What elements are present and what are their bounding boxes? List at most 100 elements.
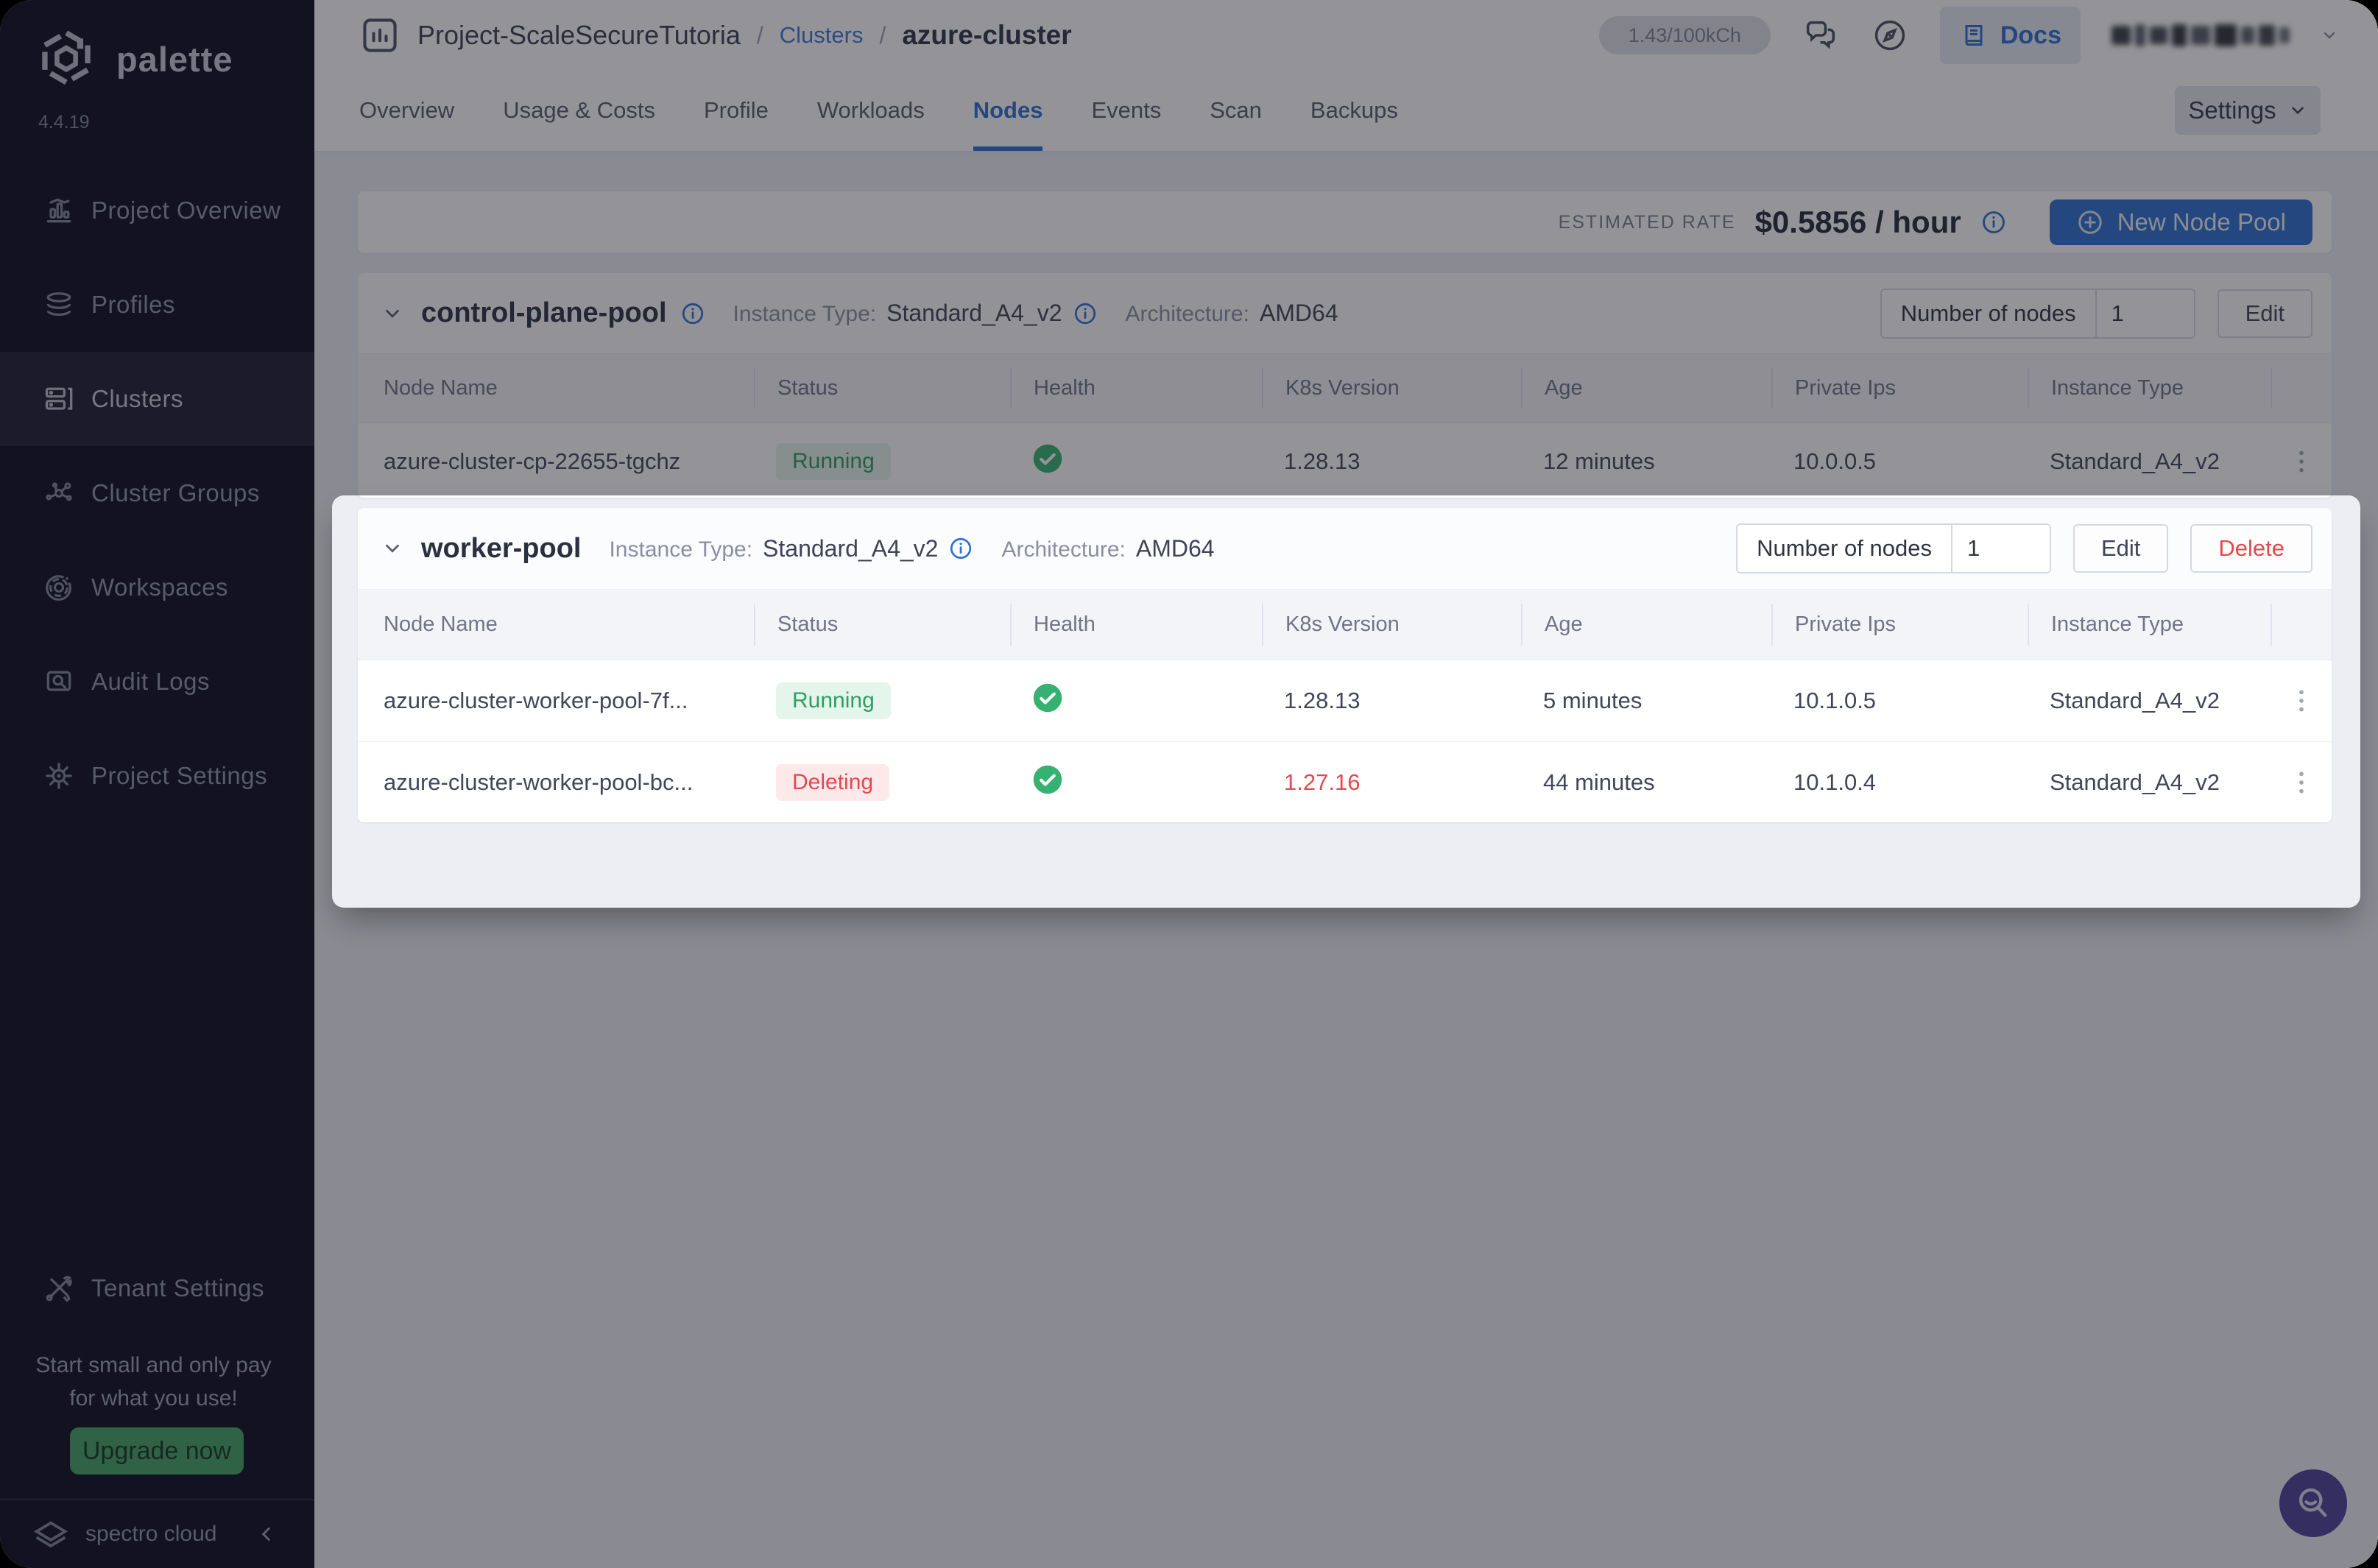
palette-logo-icon [42, 29, 91, 86]
sidebar-item-profiles[interactable]: Profiles [0, 258, 314, 352]
tab-scan[interactable]: Scan [1210, 71, 1262, 151]
promo-line-1: Start small and only pay [35, 1353, 272, 1377]
server-icon [45, 387, 73, 410]
sidebar-nav: Project Overview Profiles Clusters Clust… [0, 163, 314, 823]
sidebar-item-cluster-groups[interactable]: Cluster Groups [0, 446, 314, 540]
cluster-tabs: Overview Usage & Costs Profile Workloads… [314, 71, 2378, 152]
col-instance-type: Instance Type [2028, 604, 2271, 646]
tab-events[interactable]: Events [1091, 71, 1161, 151]
chevron-down-icon[interactable] [381, 537, 403, 559]
info-icon[interactable] [680, 301, 705, 326]
chat-icon[interactable] [1802, 16, 1840, 54]
col-node-name: Node Name [384, 612, 498, 636]
col-actions [2271, 604, 2332, 646]
sidebar-footer: spectro cloud [0, 1499, 314, 1568]
breadcrumb-separator: / [879, 21, 886, 49]
node-instance-type: Standard_A4_v2 [2050, 769, 2220, 795]
col-node-name: Node Name [384, 375, 498, 400]
sidebar-item-tenant-settings[interactable]: Tenant Settings [0, 1241, 314, 1335]
breadcrumb-project[interactable]: Project-ScaleSecureTutoria [417, 20, 741, 51]
edit-pool-button[interactable]: Edit [2217, 289, 2312, 338]
project-chart-icon [363, 18, 397, 52]
table-row: azure-cluster-worker-pool-7f... Running … [358, 660, 2332, 742]
table-header-row: Node Name Status Health K8s Version Age … [358, 590, 2332, 660]
compass-icon[interactable] [1871, 16, 1909, 54]
info-icon[interactable] [1980, 209, 2007, 236]
node-status: Running [754, 682, 1010, 719]
architecture-label: Architecture: [1125, 302, 1249, 326]
edit-pool-button[interactable]: Edit [2072, 524, 2169, 573]
row-menu-icon[interactable] [2287, 685, 2316, 717]
number-of-nodes-input[interactable] [1950, 525, 2050, 572]
col-health: Health [1010, 604, 1262, 646]
col-age: Age [1521, 604, 1771, 646]
node-age: 5 minutes [1543, 688, 1643, 713]
upgrade-now-button[interactable]: Upgrade now [70, 1427, 244, 1475]
pool-name: worker-pool [421, 532, 582, 564]
search-help-fab[interactable] [2279, 1469, 2347, 1537]
health-check-icon [1033, 444, 1062, 473]
chevron-down-icon[interactable] [381, 303, 403, 325]
new-node-pool-label: New Node Pool [2117, 208, 2286, 236]
audit-log-icon [46, 671, 71, 691]
collapse-sidebar-icon[interactable] [257, 1525, 276, 1544]
sidebar-item-project-settings[interactable]: Project Settings [0, 729, 314, 823]
architecture-value: AMD64 [1259, 300, 1338, 326]
tab-profile[interactable]: Profile [704, 71, 769, 151]
sidebar-item-label: Audit Logs [91, 668, 210, 695]
col-actions [2271, 367, 2332, 409]
tab-usage-costs[interactable]: Usage & Costs [503, 71, 655, 151]
col-instance-type: Instance Type [2028, 367, 2271, 409]
new-node-pool-button[interactable]: New Node Pool [2049, 199, 2312, 245]
sidebar: palette 4.4.19 Project Overview Profiles [0, 0, 314, 1568]
orbit-icon [46, 575, 71, 601]
tab-workloads[interactable]: Workloads [817, 71, 925, 151]
node-private-ip: 10.1.0.4 [1793, 769, 1877, 795]
row-menu-icon[interactable] [2287, 445, 2316, 478]
user-menu-chevron-icon[interactable] [2321, 27, 2338, 44]
architecture-meta: Architecture: AMD64 [1001, 535, 1214, 562]
sidebar-item-label: Cluster Groups [91, 479, 260, 506]
chevron-down-icon [2291, 107, 2304, 115]
sidebar-item-audit-logs[interactable]: Audit Logs [0, 635, 314, 729]
bar-chart-icon [46, 198, 71, 223]
table-header-row: Node Name Status Health K8s Version Age … [358, 354, 2332, 423]
sidebar-item-clusters[interactable]: Clusters [0, 352, 314, 446]
node-k8s-version: 1.28.13 [1284, 448, 1361, 474]
pool-name: control-plane-pool [421, 297, 667, 328]
docs-label: Docs [2000, 21, 2061, 49]
settings-dropdown-button[interactable]: Settings [2175, 86, 2321, 135]
redacted-user-info [2111, 24, 2290, 46]
spectro-cloud-label: spectro cloud [85, 1522, 217, 1546]
architecture-value: AMD64 [1135, 534, 1215, 562]
row-menu-icon[interactable] [2287, 766, 2316, 799]
promo-line-2: for what you use! [69, 1386, 238, 1410]
number-of-nodes-input[interactable] [2095, 289, 2194, 337]
tab-overview[interactable]: Overview [359, 71, 454, 151]
tab-backups[interactable]: Backups [1310, 71, 1398, 151]
book-icon [1965, 25, 1983, 46]
instance-type-meta: Instance Type: Standard_A4_v2 [609, 535, 973, 562]
info-icon[interactable] [948, 536, 973, 561]
col-status: Status [754, 367, 1010, 409]
sidebar-item-label: Profiles [91, 291, 176, 318]
node-private-ip: 10.1.0.5 [1793, 688, 1877, 713]
estimated-rate-value: $0.5856 / hour [1754, 205, 1961, 239]
pool-controls: Number of nodes Edit Delete [1736, 523, 2312, 573]
node-k8s-version: 1.28.13 [1284, 688, 1361, 713]
health-check-icon [1033, 683, 1062, 713]
instance-type-meta: Instance Type: Standard_A4_v2 [733, 300, 1098, 327]
sidebar-item-project-overview[interactable]: Project Overview [0, 163, 314, 258]
control-plane-pool-header: control-plane-pool Instance Type: Standa… [358, 273, 2332, 354]
sidebar-item-workspaces[interactable]: Workspaces [0, 540, 314, 635]
info-icon[interactable] [1073, 301, 1098, 326]
docs-button[interactable]: Docs [1939, 7, 2081, 64]
instance-type-label: Instance Type: [733, 302, 877, 326]
worker-pool-header: worker-pool Instance Type: Standard_A4_v… [358, 508, 2332, 590]
pool-controls: Number of nodes Edit [1880, 288, 2312, 339]
tab-nodes[interactable]: Nodes [973, 71, 1043, 151]
delete-pool-button[interactable]: Delete [2190, 524, 2312, 573]
number-of-nodes-control: Number of nodes [1880, 288, 2195, 339]
sidebar-item-label: Clusters [91, 385, 184, 412]
breadcrumb-clusters-link[interactable]: Clusters [780, 22, 864, 49]
